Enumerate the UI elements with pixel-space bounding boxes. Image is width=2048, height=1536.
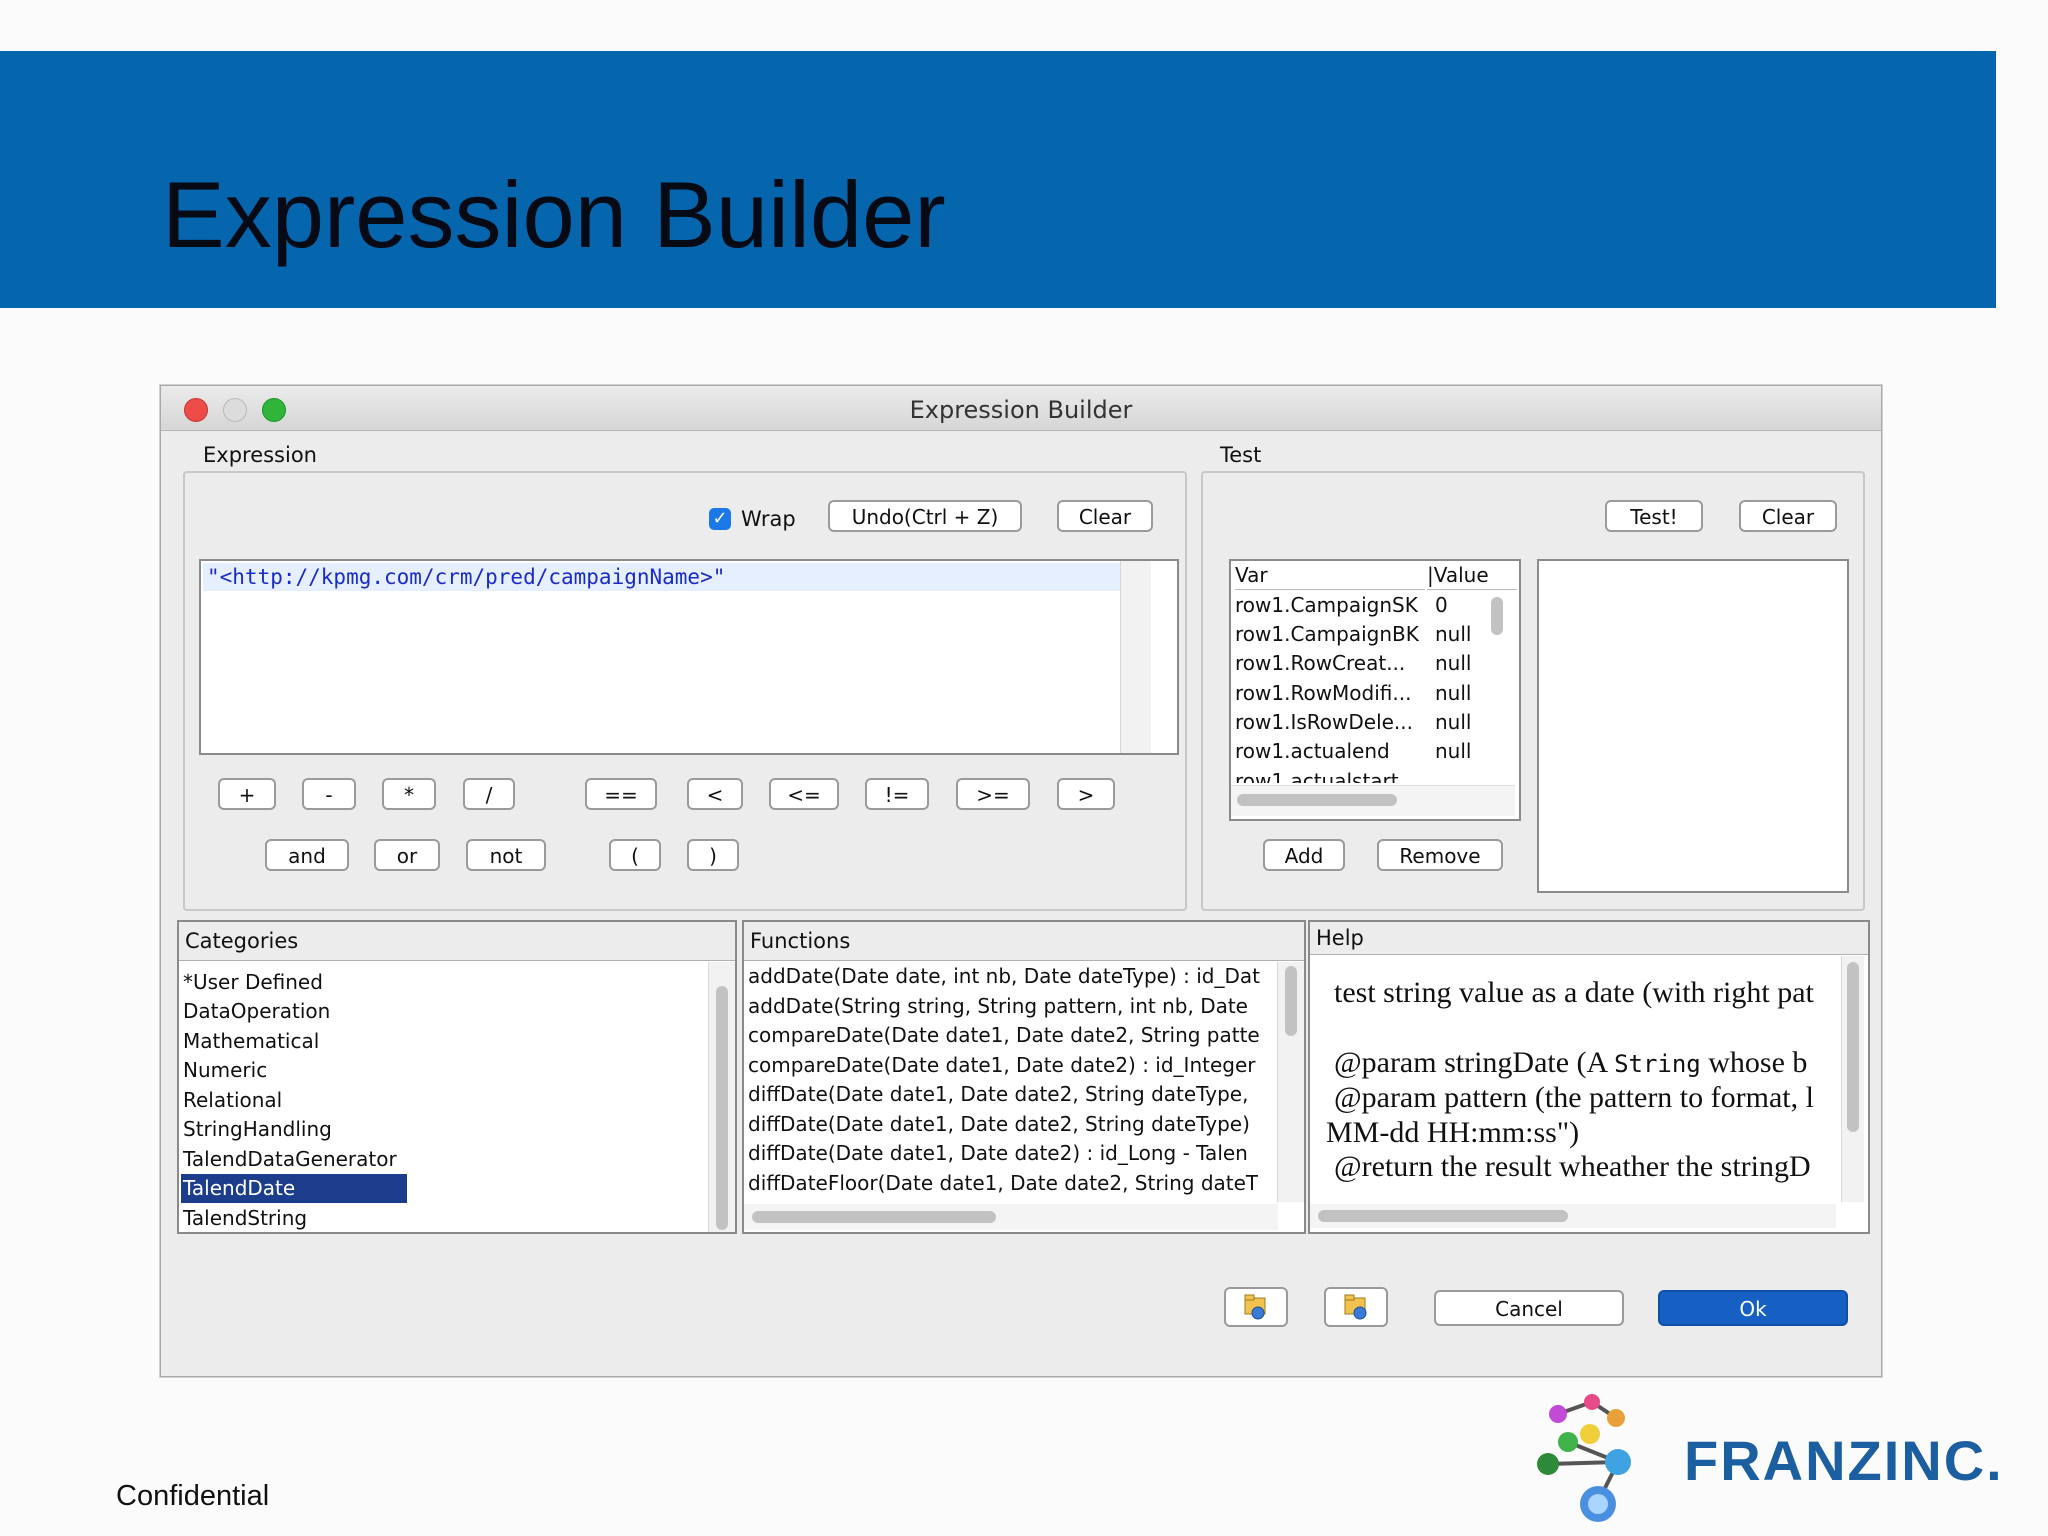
operator-minus-button[interactable]: - xyxy=(302,778,356,810)
wrap-label: Wrap xyxy=(741,507,796,531)
categories-list: Categories *User Defined DataOperation M… xyxy=(177,920,737,1234)
cancel-button[interactable]: Cancel xyxy=(1434,1290,1624,1326)
table-row[interactable]: row1.RowModifi... null xyxy=(1235,679,1471,708)
help-line: @param stringDate (A String whose b xyxy=(1334,1046,1808,1079)
category-item-talendstring[interactable]: TalendString xyxy=(183,1204,307,1232)
operator-not-button[interactable]: not xyxy=(466,839,546,871)
categories-header: Categories xyxy=(179,922,735,961)
value-column-header[interactable]: |Value xyxy=(1427,561,1517,590)
wrap-checkbox[interactable]: ✓ xyxy=(709,508,731,530)
help-panel: Help test string value as a date (with r… xyxy=(1308,920,1870,1234)
table-horizontal-scroll-thumb[interactable] xyxy=(1237,794,1397,806)
expression-text[interactable]: "<http://kpmg.com/crm/pred/campaignName>… xyxy=(203,563,1137,591)
molecule-logo-icon xyxy=(1537,1394,1631,1522)
table-row[interactable]: row1.RowCreat... null xyxy=(1235,649,1471,678)
function-item[interactable]: compareDate(Date date1, Date date2, Stri… xyxy=(748,1021,1260,1050)
var-column-header[interactable]: Var xyxy=(1235,561,1425,590)
functions-header: Functions xyxy=(744,922,1304,961)
window-title: Expression Builder xyxy=(909,396,1133,424)
export-button[interactable] xyxy=(1324,1287,1388,1327)
expression-group-label: Expression xyxy=(203,443,317,467)
operator-less-equal-button[interactable]: <= xyxy=(769,778,839,810)
category-item-mathematical[interactable]: Mathematical xyxy=(183,1027,319,1056)
help-header: Help xyxy=(1310,922,1868,955)
table-row[interactable]: row1.IsRowDele... null xyxy=(1235,708,1471,737)
operator-divide-button[interactable]: / xyxy=(463,778,515,810)
add-variable-button[interactable]: Add xyxy=(1263,839,1345,871)
categories-vertical-scrollbar[interactable] xyxy=(708,962,735,1232)
operator-or-button[interactable]: or xyxy=(374,839,440,871)
test-group: Test! Clear Var |Value row1.CampaignSK 0 … xyxy=(1201,471,1865,911)
functions-scroll-thumb[interactable] xyxy=(1285,966,1297,1036)
slide-title: Expression Builder xyxy=(162,162,946,267)
test-result-panel xyxy=(1537,559,1849,893)
import-button[interactable] xyxy=(1224,1287,1288,1327)
operator-and-button[interactable]: and xyxy=(265,839,349,871)
table-row[interactable]: row1.CampaignSK 0 xyxy=(1235,591,1448,620)
function-item[interactable]: addDate(Date date, int nb, Date dateType… xyxy=(748,962,1260,991)
table-row[interactable]: row1.CampaignBK null xyxy=(1235,620,1471,649)
expression-group: ✓ Wrap Undo(Ctrl + Z) Clear "<http://kpm… xyxy=(183,471,1187,911)
confidential-label: Confidential xyxy=(116,1480,270,1512)
functions-horizontal-scroll-thumb[interactable] xyxy=(752,1211,996,1223)
function-item[interactable]: diffDate(Date date1, Date date2, String … xyxy=(748,1110,1250,1139)
categories-scroll-thumb[interactable] xyxy=(716,986,728,1230)
operator-greater-equal-button[interactable]: >= xyxy=(956,778,1030,810)
expression-vertical-scrollbar[interactable] xyxy=(1120,561,1151,753)
category-item-stringhandling[interactable]: StringHandling xyxy=(183,1115,332,1144)
help-line: MM-dd HH:mm:ss") xyxy=(1326,1116,1580,1149)
function-item[interactable]: addDate(String string, String pattern, i… xyxy=(748,992,1248,1021)
category-item-talenddatagenerator[interactable]: TalendDataGenerator xyxy=(183,1145,397,1174)
operator-multiply-button[interactable]: * xyxy=(382,778,436,810)
close-paren-button[interactable]: ) xyxy=(687,839,739,871)
test-group-label: Test xyxy=(1220,443,1262,467)
franz-inc-wordmark: FRANZINC. xyxy=(1684,1429,2004,1492)
function-item[interactable]: diffDateFloor(Date date1, Date date2, St… xyxy=(748,1169,1258,1198)
functions-list: Functions addDate(Date date, int nb, Dat… xyxy=(742,920,1306,1234)
operator-equals-button[interactable]: == xyxy=(585,778,657,810)
open-paren-button[interactable]: ( xyxy=(609,839,661,871)
test-run-button[interactable]: Test! xyxy=(1605,500,1703,532)
help-line: @return the result wheather the stringD xyxy=(1334,1150,1811,1183)
undo-button[interactable]: Undo(Ctrl + Z) xyxy=(828,500,1022,532)
help-horizontal-scroll-thumb[interactable] xyxy=(1318,1210,1568,1222)
functions-vertical-scrollbar[interactable] xyxy=(1277,962,1304,1202)
test-variables-table: Var |Value row1.CampaignSK 0 row1.Campaig… xyxy=(1229,559,1521,821)
category-item-talenddate[interactable]: TalendDate xyxy=(181,1174,407,1203)
expression-clear-button[interactable]: Clear xyxy=(1057,500,1153,532)
expression-builder-dialog: Expression Builder Expression ✓ Wrap Und… xyxy=(160,385,1882,1377)
import-icon xyxy=(1244,1294,1266,1320)
help-vertical-scrollbar[interactable] xyxy=(1841,956,1864,1202)
category-item-user-defined[interactable]: *User Defined xyxy=(183,968,323,997)
franz-inc-logo: FRANZINC. xyxy=(1528,1392,2048,1526)
operator-not-equal-button[interactable]: != xyxy=(865,778,929,810)
export-icon xyxy=(1344,1294,1367,1320)
table-row[interactable]: row1.actualend null xyxy=(1235,737,1471,766)
function-item[interactable]: compareDate(Date date1, Date date2) : id… xyxy=(748,1051,1256,1080)
table-row[interactable]: row1.actualstartnull xyxy=(1235,767,1399,783)
function-item[interactable]: diffDate(Date date1, Date date2) : id_Lo… xyxy=(748,1139,1248,1168)
category-item-relational[interactable]: Relational xyxy=(183,1086,282,1115)
function-item[interactable]: diffDate(Date date1, Date date2, String … xyxy=(748,1080,1248,1109)
operator-less-than-button[interactable]: < xyxy=(687,778,743,810)
help-horizontal-scrollbar[interactable] xyxy=(1310,1204,1836,1228)
operator-greater-than-button[interactable]: > xyxy=(1057,778,1115,810)
help-line: @param pattern (the pattern to format, l xyxy=(1334,1081,1814,1114)
functions-horizontal-scrollbar[interactable] xyxy=(744,1204,1278,1230)
operator-plus-button[interactable]: + xyxy=(218,778,276,810)
help-scroll-thumb[interactable] xyxy=(1847,962,1859,1132)
help-line: test string value as a date (with right … xyxy=(1334,976,1814,1009)
category-item-numeric[interactable]: Numeric xyxy=(183,1056,267,1085)
table-vertical-scroll-thumb[interactable] xyxy=(1491,597,1503,635)
category-item-dataoperation[interactable]: DataOperation xyxy=(183,997,330,1026)
window-titlebar[interactable]: Expression Builder xyxy=(161,386,1881,431)
expression-editor[interactable]: "<http://kpmg.com/crm/pred/campaignName>… xyxy=(199,559,1179,755)
test-clear-button[interactable]: Clear xyxy=(1739,500,1837,532)
table-horizontal-scrollbar[interactable] xyxy=(1231,785,1515,816)
remove-variable-button[interactable]: Remove xyxy=(1377,839,1503,871)
ok-button[interactable]: Ok xyxy=(1658,1290,1848,1326)
